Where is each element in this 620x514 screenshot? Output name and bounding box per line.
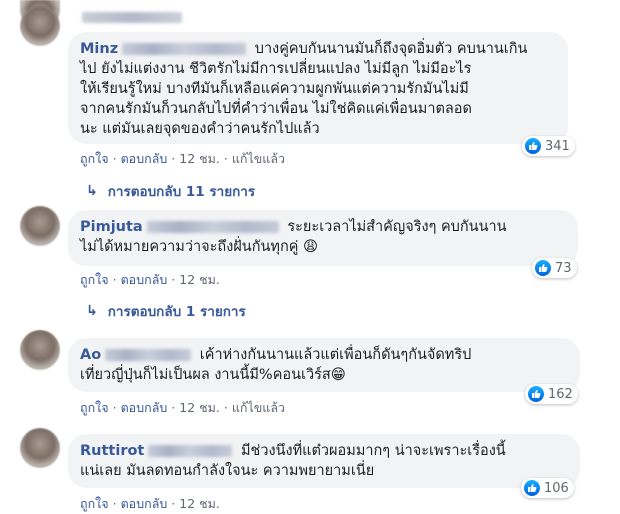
- like-thumb-icon: [525, 138, 541, 154]
- like-link[interactable]: ถูกใจ: [80, 272, 109, 287]
- reply-link[interactable]: ตอบกลับ: [121, 272, 168, 287]
- replies-label: การตอบกลับ 11 รายการ: [107, 184, 256, 200]
- like-link[interactable]: ถูกใจ: [80, 400, 109, 415]
- reply-link[interactable]: ตอบกลับ: [121, 151, 168, 166]
- comment-actions: ถูกใจ · ตอบกลับ · 12 ชม.: [80, 496, 220, 511]
- comment-actions: ถูกใจ · ตอบกลับ · 12 ชม. · แก้ไขแล้ว: [80, 151, 286, 166]
- blurred-name: [146, 221, 279, 233]
- comment-actions: ถูกใจ · ตอบกลับ · 12 ชม. · แก้ไขแล้ว: [80, 400, 286, 415]
- reply-arrow-icon: ↳: [86, 183, 98, 199]
- edited-label[interactable]: แก้ไขแล้ว: [232, 400, 285, 415]
- comment-text: บางคู่คบกันนานมันก็ถึงจุดอิ่มตัว คบนานเก…: [80, 41, 528, 137]
- comment-author[interactable]: Minz: [80, 41, 118, 57]
- view-replies-link[interactable]: ↳ การตอบกลับ 11 รายการ: [86, 180, 255, 202]
- avatar[interactable]: [20, 6, 60, 46]
- like-link[interactable]: ถูกใจ: [80, 151, 109, 166]
- like-thumb-icon: [528, 386, 544, 402]
- comment-bubble: Pimjuta ระยะเวลาไม่สำคัญจริงๆ คบกันนาน ไ…: [68, 210, 578, 266]
- blurred-name: [82, 12, 182, 23]
- avatar[interactable]: [20, 206, 60, 246]
- comment-bubble: Minz บางคู่คบกันนานมันก็ถึงจุดอิ่มตัว คบ…: [68, 32, 568, 144]
- comment-author[interactable]: Ruttirot: [80, 443, 144, 459]
- timestamp[interactable]: 12 ชม.: [179, 400, 220, 415]
- timestamp[interactable]: 12 ชม.: [179, 272, 220, 287]
- reaction-number: 162: [548, 386, 573, 402]
- reaction-number: 341: [545, 138, 570, 154]
- reaction-count[interactable]: 73: [532, 258, 577, 278]
- timestamp[interactable]: 12 ชม.: [179, 496, 220, 511]
- avatar[interactable]: [20, 428, 60, 468]
- timestamp[interactable]: 12 ชม.: [179, 151, 220, 166]
- comment-bubble: Ao เค้าห่างกันนานแล้วแต่เพื่อนก็ดันๆกันจ…: [68, 338, 580, 392]
- comment-text: ระยะเวลาไม่สำคัญจริงๆ คบกันนาน ไม่ได้หมา…: [80, 219, 507, 255]
- replies-label: การตอบกลับ 1 รายการ: [107, 304, 246, 320]
- reaction-number: 73: [555, 260, 572, 276]
- edited-label[interactable]: แก้ไขแล้ว: [232, 151, 285, 166]
- reaction-count[interactable]: 106: [521, 478, 574, 498]
- reaction-number: 106: [544, 480, 569, 496]
- comment-author[interactable]: Pimjuta: [80, 219, 143, 235]
- like-thumb-icon: [524, 480, 540, 496]
- avatar[interactable]: [20, 330, 60, 370]
- comment-actions: ถูกใจ · ตอบกลับ · 12 ชม.: [80, 272, 220, 287]
- comment-bubble: Ruttirot มีช่วงนึงที่แต๋วผอมมากๆ น่าจะเพ…: [68, 434, 580, 488]
- reply-link[interactable]: ตอบกลับ: [121, 496, 168, 511]
- blurred-name: [148, 445, 233, 457]
- blurred-name: [122, 43, 247, 55]
- view-replies-link[interactable]: ↳ การตอบกลับ 1 รายการ: [86, 300, 246, 322]
- like-link[interactable]: ถูกใจ: [80, 496, 109, 511]
- reaction-count[interactable]: 341: [522, 136, 575, 156]
- reply-link[interactable]: ตอบกลับ: [121, 400, 168, 415]
- comment-author[interactable]: Ao: [80, 347, 101, 363]
- blurred-name: [105, 349, 192, 361]
- reply-arrow-icon: ↳: [86, 303, 98, 319]
- reaction-count[interactable]: 162: [525, 384, 578, 404]
- like-thumb-icon: [535, 260, 551, 276]
